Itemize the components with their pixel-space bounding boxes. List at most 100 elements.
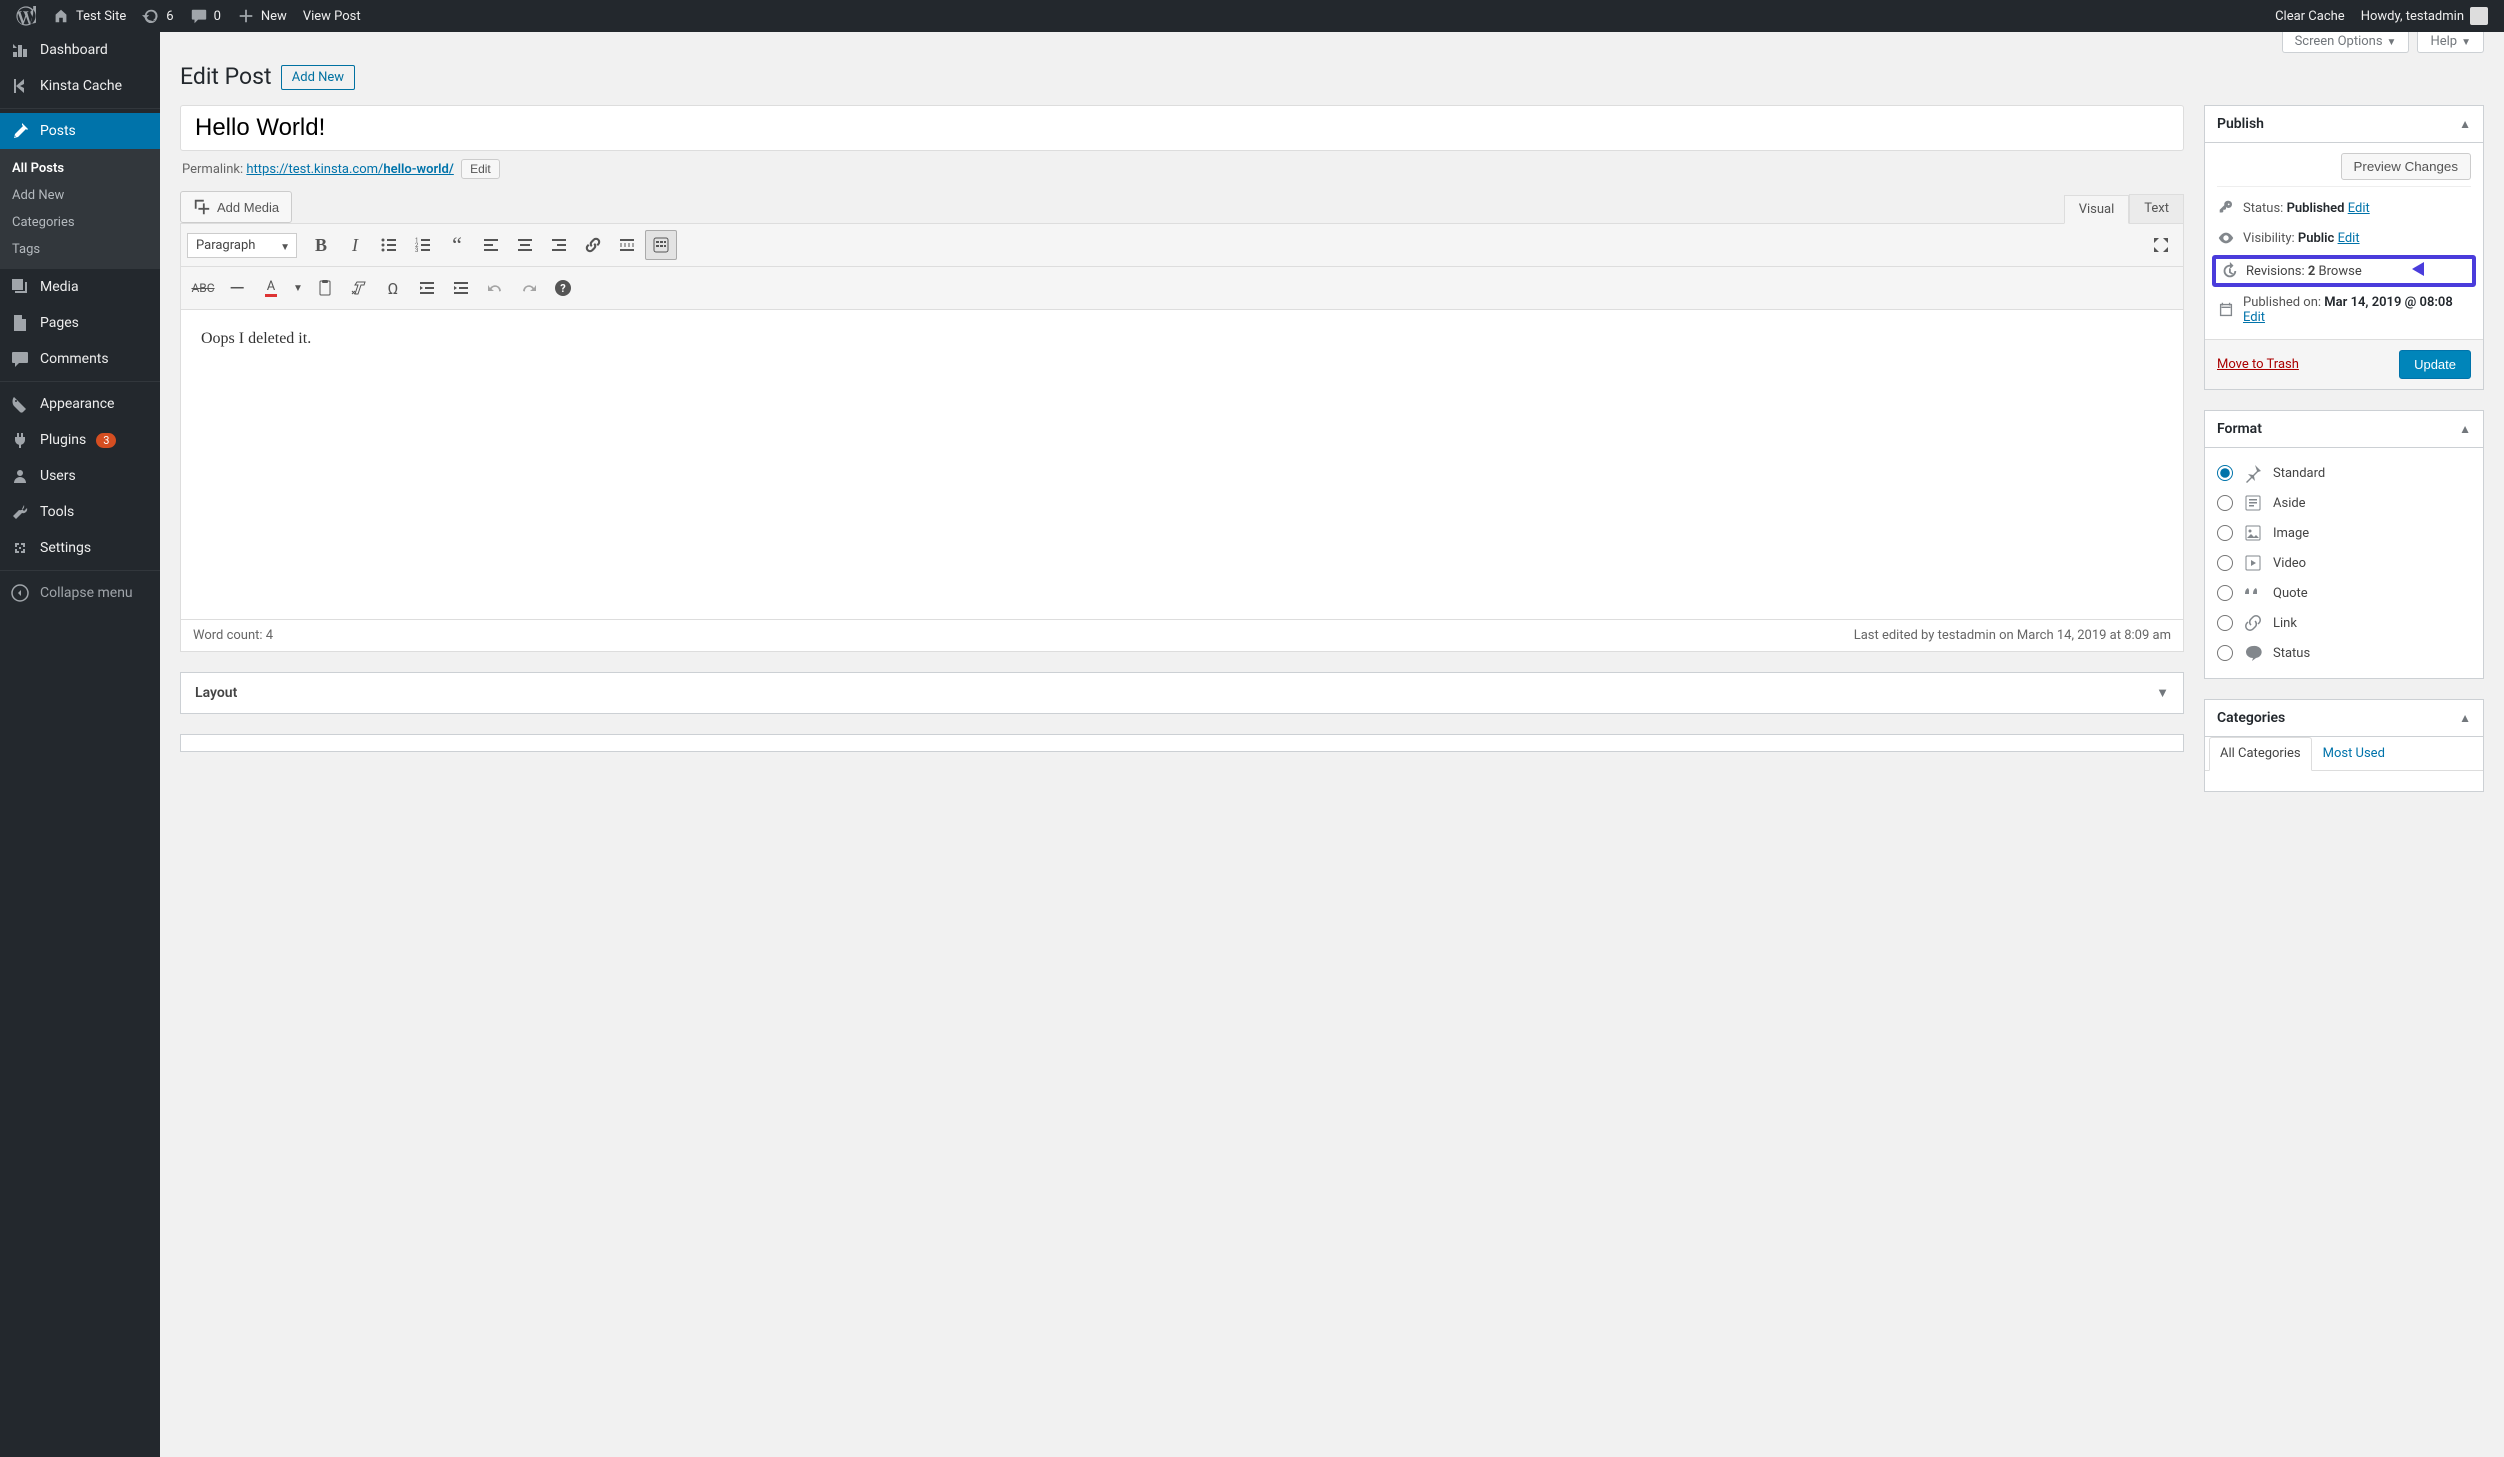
browse-revisions-link[interactable]: Browse: [2319, 264, 2362, 279]
publish-box-header[interactable]: Publish▲: [2205, 106, 2483, 143]
menu-appearance[interactable]: Appearance: [0, 386, 160, 422]
history-icon: [2220, 262, 2238, 280]
bold-button[interactable]: B: [305, 230, 337, 260]
quote-icon: [2243, 583, 2263, 603]
updates-indicator[interactable]: 6: [134, 0, 181, 32]
key-icon: [2217, 199, 2235, 217]
toolbar-toggle-button[interactable]: [645, 230, 677, 260]
add-media-button[interactable]: Add Media: [180, 191, 292, 223]
link-icon: [2243, 613, 2263, 633]
site-name[interactable]: Test Site: [44, 0, 134, 32]
keyboard-help-button[interactable]: ?: [547, 273, 579, 303]
italic-button[interactable]: I: [339, 230, 371, 260]
align-left-button[interactable]: [475, 230, 507, 260]
post-content-editor[interactable]: Oops I deleted it.: [180, 310, 2184, 620]
menu-posts[interactable]: Posts: [0, 113, 160, 149]
clear-formatting-button[interactable]: [343, 273, 375, 303]
add-new-button[interactable]: Add New: [281, 65, 355, 90]
format-select[interactable]: Paragraph▼: [187, 233, 297, 258]
svg-text:?: ?: [560, 282, 566, 295]
image-icon: [2243, 523, 2263, 543]
all-categories-tab[interactable]: All Categories: [2209, 737, 2312, 771]
format-standard[interactable]: Standard: [2217, 458, 2471, 488]
special-char-button[interactable]: Ω: [377, 273, 409, 303]
format-box-header[interactable]: Format▲: [2205, 411, 2483, 448]
menu-media[interactable]: Media: [0, 269, 160, 305]
menu-pages[interactable]: Pages: [0, 305, 160, 341]
format-link[interactable]: Link: [2217, 608, 2471, 638]
numbered-list-button[interactable]: 123: [407, 230, 439, 260]
my-account[interactable]: Howdy, testadmin: [2353, 0, 2496, 32]
admin-menu: Dashboard Kinsta Cache Posts All Posts A…: [0, 32, 160, 1457]
text-color-dropdown[interactable]: ▼: [289, 273, 307, 303]
submenu-categories[interactable]: Categories: [0, 209, 160, 236]
edit-permalink-button[interactable]: Edit: [461, 159, 500, 179]
layout-metabox[interactable]: Layout ▼: [180, 672, 2184, 714]
paste-text-button[interactable]: [309, 273, 341, 303]
menu-tools[interactable]: Tools: [0, 494, 160, 530]
menu-dashboard[interactable]: Dashboard: [0, 32, 160, 68]
editor-status-bar: Word count: 4 Last edited by testadmin o…: [180, 620, 2184, 652]
permalink-row: Permalink: https://test.kinsta.com/hello…: [182, 159, 2182, 179]
aside-icon: [2243, 493, 2263, 513]
comments-indicator[interactable]: 0: [182, 0, 229, 32]
fullscreen-button[interactable]: [2145, 230, 2177, 260]
redo-button[interactable]: [513, 273, 545, 303]
menu-comments[interactable]: Comments: [0, 341, 160, 377]
read-more-button[interactable]: [611, 230, 643, 260]
wp-logo[interactable]: [8, 0, 44, 32]
admin-bar: Test Site 6 0 New View Post Clear Cache …: [0, 0, 2504, 32]
most-used-tab[interactable]: Most Used: [2312, 737, 2396, 770]
link-button[interactable]: [577, 230, 609, 260]
svg-text:3: 3: [415, 247, 418, 254]
menu-users[interactable]: Users: [0, 458, 160, 494]
move-to-trash-link[interactable]: Move to Trash: [2217, 357, 2299, 372]
video-icon: [2243, 553, 2263, 573]
submenu-add-new[interactable]: Add New: [0, 182, 160, 209]
menu-kinsta[interactable]: Kinsta Cache: [0, 68, 160, 104]
hr-button[interactable]: —: [221, 273, 253, 303]
undo-button[interactable]: [479, 273, 511, 303]
format-aside[interactable]: Aside: [2217, 488, 2471, 518]
view-post[interactable]: View Post: [295, 0, 369, 32]
align-center-button[interactable]: [509, 230, 541, 260]
clear-cache[interactable]: Clear Cache: [2267, 0, 2353, 32]
edit-status-link[interactable]: Edit: [2348, 201, 2370, 216]
edit-date-link[interactable]: Edit: [2243, 310, 2265, 325]
update-button[interactable]: Update: [2399, 350, 2471, 379]
bullet-list-button[interactable]: [373, 230, 405, 260]
text-tab[interactable]: Text: [2129, 194, 2184, 223]
new-content[interactable]: New: [229, 0, 295, 32]
categories-box: Categories▲ All Categories Most Used: [2204, 699, 2484, 792]
text-color-button[interactable]: A: [255, 273, 287, 303]
align-right-button[interactable]: [543, 230, 575, 260]
screen-options-tab[interactable]: Screen Options▼: [2282, 31, 2410, 53]
help-tab[interactable]: Help▼: [2417, 31, 2484, 53]
blockquote-button[interactable]: “: [441, 230, 473, 260]
edit-visibility-link[interactable]: Edit: [2338, 231, 2360, 246]
strikethrough-button[interactable]: ABC: [187, 273, 219, 303]
preview-changes-button[interactable]: Preview Changes: [2341, 153, 2471, 180]
menu-settings[interactable]: Settings: [0, 530, 160, 566]
permalink-link[interactable]: https://test.kinsta.com/hello-world/: [246, 162, 453, 177]
menu-plugins[interactable]: Plugins 3: [0, 422, 160, 458]
format-video[interactable]: Video: [2217, 548, 2471, 578]
submenu-all-posts[interactable]: All Posts: [0, 155, 160, 182]
format-status[interactable]: Status: [2217, 638, 2471, 668]
submenu-tags[interactable]: Tags: [0, 236, 160, 263]
post-title-input[interactable]: [180, 105, 2184, 151]
format-image[interactable]: Image: [2217, 518, 2471, 548]
categories-box-header[interactable]: Categories▲: [2205, 700, 2483, 737]
avatar: [2470, 7, 2488, 25]
format-quote[interactable]: Quote: [2217, 578, 2471, 608]
calendar-icon: [2217, 301, 2235, 319]
page-title: Edit Post: [180, 63, 272, 90]
collapse-menu[interactable]: Collapse menu: [0, 575, 160, 611]
outdent-button[interactable]: [411, 273, 443, 303]
indent-button[interactable]: [445, 273, 477, 303]
editor-toolbar-row1: Paragraph▼ B I 123 “: [180, 223, 2184, 267]
visual-tab[interactable]: Visual: [2064, 195, 2130, 224]
publish-box: Publish▲ Preview Changes Status: Publish…: [2204, 105, 2484, 390]
visibility-row: Visibility: Public Edit: [2217, 223, 2471, 253]
published-date-row: Published on: Mar 14, 2019 @ 08:08 Edit: [2217, 289, 2471, 331]
